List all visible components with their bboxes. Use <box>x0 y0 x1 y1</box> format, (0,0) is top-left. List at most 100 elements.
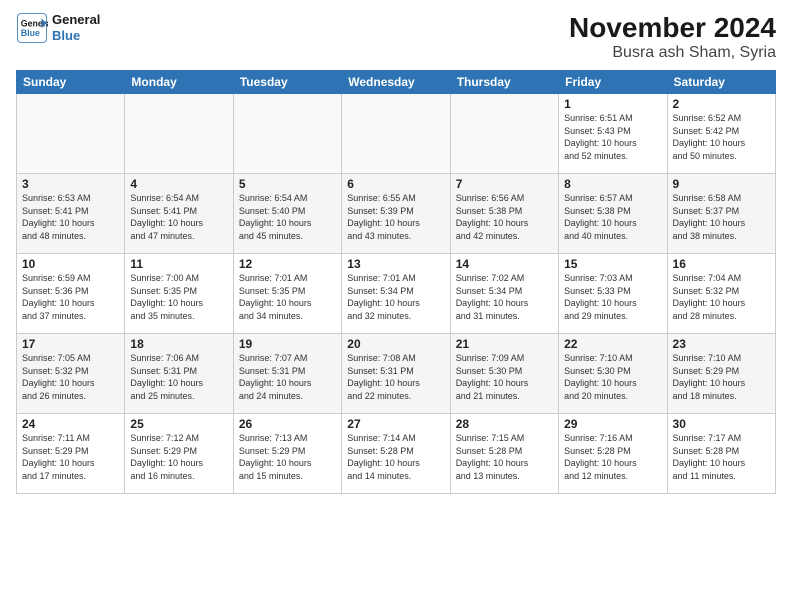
day-number: 27 <box>347 417 444 431</box>
calendar-cell: 29Sunrise: 7:16 AM Sunset: 5:28 PM Dayli… <box>559 414 667 494</box>
day-info: Sunrise: 6:54 AM Sunset: 5:40 PM Dayligh… <box>239 192 336 242</box>
day-info: Sunrise: 7:02 AM Sunset: 5:34 PM Dayligh… <box>456 272 553 322</box>
day-number: 3 <box>22 177 119 191</box>
calendar-cell <box>450 94 558 174</box>
day-number: 13 <box>347 257 444 271</box>
day-info: Sunrise: 7:13 AM Sunset: 5:29 PM Dayligh… <box>239 432 336 482</box>
weekday-header-wednesday: Wednesday <box>342 71 450 94</box>
day-number: 19 <box>239 337 336 351</box>
day-number: 10 <box>22 257 119 271</box>
day-info: Sunrise: 7:07 AM Sunset: 5:31 PM Dayligh… <box>239 352 336 402</box>
logo-line2: Blue <box>52 28 100 44</box>
calendar-cell: 14Sunrise: 7:02 AM Sunset: 5:34 PM Dayli… <box>450 254 558 334</box>
calendar-cell: 12Sunrise: 7:01 AM Sunset: 5:35 PM Dayli… <box>233 254 341 334</box>
calendar-cell: 27Sunrise: 7:14 AM Sunset: 5:28 PM Dayli… <box>342 414 450 494</box>
calendar-cell: 9Sunrise: 6:58 AM Sunset: 5:37 PM Daylig… <box>667 174 775 254</box>
calendar-cell <box>125 94 233 174</box>
day-info: Sunrise: 7:12 AM Sunset: 5:29 PM Dayligh… <box>130 432 227 482</box>
calendar-cell: 17Sunrise: 7:05 AM Sunset: 5:32 PM Dayli… <box>17 334 125 414</box>
day-number: 7 <box>456 177 553 191</box>
day-info: Sunrise: 6:54 AM Sunset: 5:41 PM Dayligh… <box>130 192 227 242</box>
day-number: 15 <box>564 257 661 271</box>
calendar-cell: 30Sunrise: 7:17 AM Sunset: 5:28 PM Dayli… <box>667 414 775 494</box>
day-number: 11 <box>130 257 227 271</box>
title-block: November 2024 Busra ash Sham, Syria <box>569 12 776 62</box>
calendar-cell: 26Sunrise: 7:13 AM Sunset: 5:29 PM Dayli… <box>233 414 341 494</box>
day-info: Sunrise: 7:00 AM Sunset: 5:35 PM Dayligh… <box>130 272 227 322</box>
day-info: Sunrise: 7:05 AM Sunset: 5:32 PM Dayligh… <box>22 352 119 402</box>
calendar-cell: 1Sunrise: 6:51 AM Sunset: 5:43 PM Daylig… <box>559 94 667 174</box>
calendar-cell: 15Sunrise: 7:03 AM Sunset: 5:33 PM Dayli… <box>559 254 667 334</box>
day-info: Sunrise: 7:15 AM Sunset: 5:28 PM Dayligh… <box>456 432 553 482</box>
calendar-cell: 4Sunrise: 6:54 AM Sunset: 5:41 PM Daylig… <box>125 174 233 254</box>
day-number: 2 <box>673 97 770 111</box>
day-number: 4 <box>130 177 227 191</box>
svg-text:Blue: Blue <box>21 28 40 38</box>
day-number: 8 <box>564 177 661 191</box>
calendar-cell: 5Sunrise: 6:54 AM Sunset: 5:40 PM Daylig… <box>233 174 341 254</box>
day-info: Sunrise: 6:59 AM Sunset: 5:36 PM Dayligh… <box>22 272 119 322</box>
day-number: 17 <box>22 337 119 351</box>
calendar-cell: 21Sunrise: 7:09 AM Sunset: 5:30 PM Dayli… <box>450 334 558 414</box>
calendar-subtitle: Busra ash Sham, Syria <box>569 44 776 62</box>
header: General Blue General Blue November 2024 … <box>16 12 776 62</box>
day-number: 12 <box>239 257 336 271</box>
calendar-row-2: 10Sunrise: 6:59 AM Sunset: 5:36 PM Dayli… <box>17 254 776 334</box>
day-info: Sunrise: 7:01 AM Sunset: 5:35 PM Dayligh… <box>239 272 336 322</box>
day-info: Sunrise: 7:11 AM Sunset: 5:29 PM Dayligh… <box>22 432 119 482</box>
weekday-header-tuesday: Tuesday <box>233 71 341 94</box>
day-number: 21 <box>456 337 553 351</box>
day-number: 24 <box>22 417 119 431</box>
day-info: Sunrise: 7:03 AM Sunset: 5:33 PM Dayligh… <box>564 272 661 322</box>
weekday-header-monday: Monday <box>125 71 233 94</box>
day-number: 20 <box>347 337 444 351</box>
weekday-header-row: SundayMondayTuesdayWednesdayThursdayFrid… <box>17 71 776 94</box>
day-info: Sunrise: 7:06 AM Sunset: 5:31 PM Dayligh… <box>130 352 227 402</box>
calendar-cell: 16Sunrise: 7:04 AM Sunset: 5:32 PM Dayli… <box>667 254 775 334</box>
day-info: Sunrise: 7:14 AM Sunset: 5:28 PM Dayligh… <box>347 432 444 482</box>
day-info: Sunrise: 7:01 AM Sunset: 5:34 PM Dayligh… <box>347 272 444 322</box>
day-number: 28 <box>456 417 553 431</box>
calendar-cell: 8Sunrise: 6:57 AM Sunset: 5:38 PM Daylig… <box>559 174 667 254</box>
day-number: 22 <box>564 337 661 351</box>
calendar-cell: 6Sunrise: 6:55 AM Sunset: 5:39 PM Daylig… <box>342 174 450 254</box>
day-info: Sunrise: 7:08 AM Sunset: 5:31 PM Dayligh… <box>347 352 444 402</box>
day-info: Sunrise: 6:58 AM Sunset: 5:37 PM Dayligh… <box>673 192 770 242</box>
weekday-header-saturday: Saturday <box>667 71 775 94</box>
calendar-cell <box>342 94 450 174</box>
weekday-header-friday: Friday <box>559 71 667 94</box>
calendar-row-4: 24Sunrise: 7:11 AM Sunset: 5:29 PM Dayli… <box>17 414 776 494</box>
calendar-cell: 19Sunrise: 7:07 AM Sunset: 5:31 PM Dayli… <box>233 334 341 414</box>
day-info: Sunrise: 7:17 AM Sunset: 5:28 PM Dayligh… <box>673 432 770 482</box>
calendar-cell: 24Sunrise: 7:11 AM Sunset: 5:29 PM Dayli… <box>17 414 125 494</box>
calendar-row-1: 3Sunrise: 6:53 AM Sunset: 5:41 PM Daylig… <box>17 174 776 254</box>
calendar-cell <box>17 94 125 174</box>
calendar-cell: 23Sunrise: 7:10 AM Sunset: 5:29 PM Dayli… <box>667 334 775 414</box>
calendar-cell: 3Sunrise: 6:53 AM Sunset: 5:41 PM Daylig… <box>17 174 125 254</box>
day-info: Sunrise: 6:53 AM Sunset: 5:41 PM Dayligh… <box>22 192 119 242</box>
calendar-table: SundayMondayTuesdayWednesdayThursdayFrid… <box>16 70 776 494</box>
day-info: Sunrise: 7:10 AM Sunset: 5:29 PM Dayligh… <box>673 352 770 402</box>
day-number: 29 <box>564 417 661 431</box>
day-info: Sunrise: 6:52 AM Sunset: 5:42 PM Dayligh… <box>673 112 770 162</box>
day-number: 1 <box>564 97 661 111</box>
day-info: Sunrise: 6:55 AM Sunset: 5:39 PM Dayligh… <box>347 192 444 242</box>
calendar-cell: 11Sunrise: 7:00 AM Sunset: 5:35 PM Dayli… <box>125 254 233 334</box>
calendar-cell <box>233 94 341 174</box>
logo-line1: General <box>52 12 100 28</box>
day-number: 23 <box>673 337 770 351</box>
calendar-title: November 2024 <box>569 12 776 44</box>
calendar-cell: 28Sunrise: 7:15 AM Sunset: 5:28 PM Dayli… <box>450 414 558 494</box>
logo: General Blue General Blue <box>16 12 100 44</box>
day-info: Sunrise: 7:09 AM Sunset: 5:30 PM Dayligh… <box>456 352 553 402</box>
calendar-cell: 18Sunrise: 7:06 AM Sunset: 5:31 PM Dayli… <box>125 334 233 414</box>
calendar-cell: 20Sunrise: 7:08 AM Sunset: 5:31 PM Dayli… <box>342 334 450 414</box>
calendar-cell: 2Sunrise: 6:52 AM Sunset: 5:42 PM Daylig… <box>667 94 775 174</box>
day-info: Sunrise: 6:57 AM Sunset: 5:38 PM Dayligh… <box>564 192 661 242</box>
day-number: 5 <box>239 177 336 191</box>
calendar-row-3: 17Sunrise: 7:05 AM Sunset: 5:32 PM Dayli… <box>17 334 776 414</box>
calendar-row-0: 1Sunrise: 6:51 AM Sunset: 5:43 PM Daylig… <box>17 94 776 174</box>
logo-icon: General Blue <box>16 12 48 44</box>
day-info: Sunrise: 7:04 AM Sunset: 5:32 PM Dayligh… <box>673 272 770 322</box>
day-number: 6 <box>347 177 444 191</box>
